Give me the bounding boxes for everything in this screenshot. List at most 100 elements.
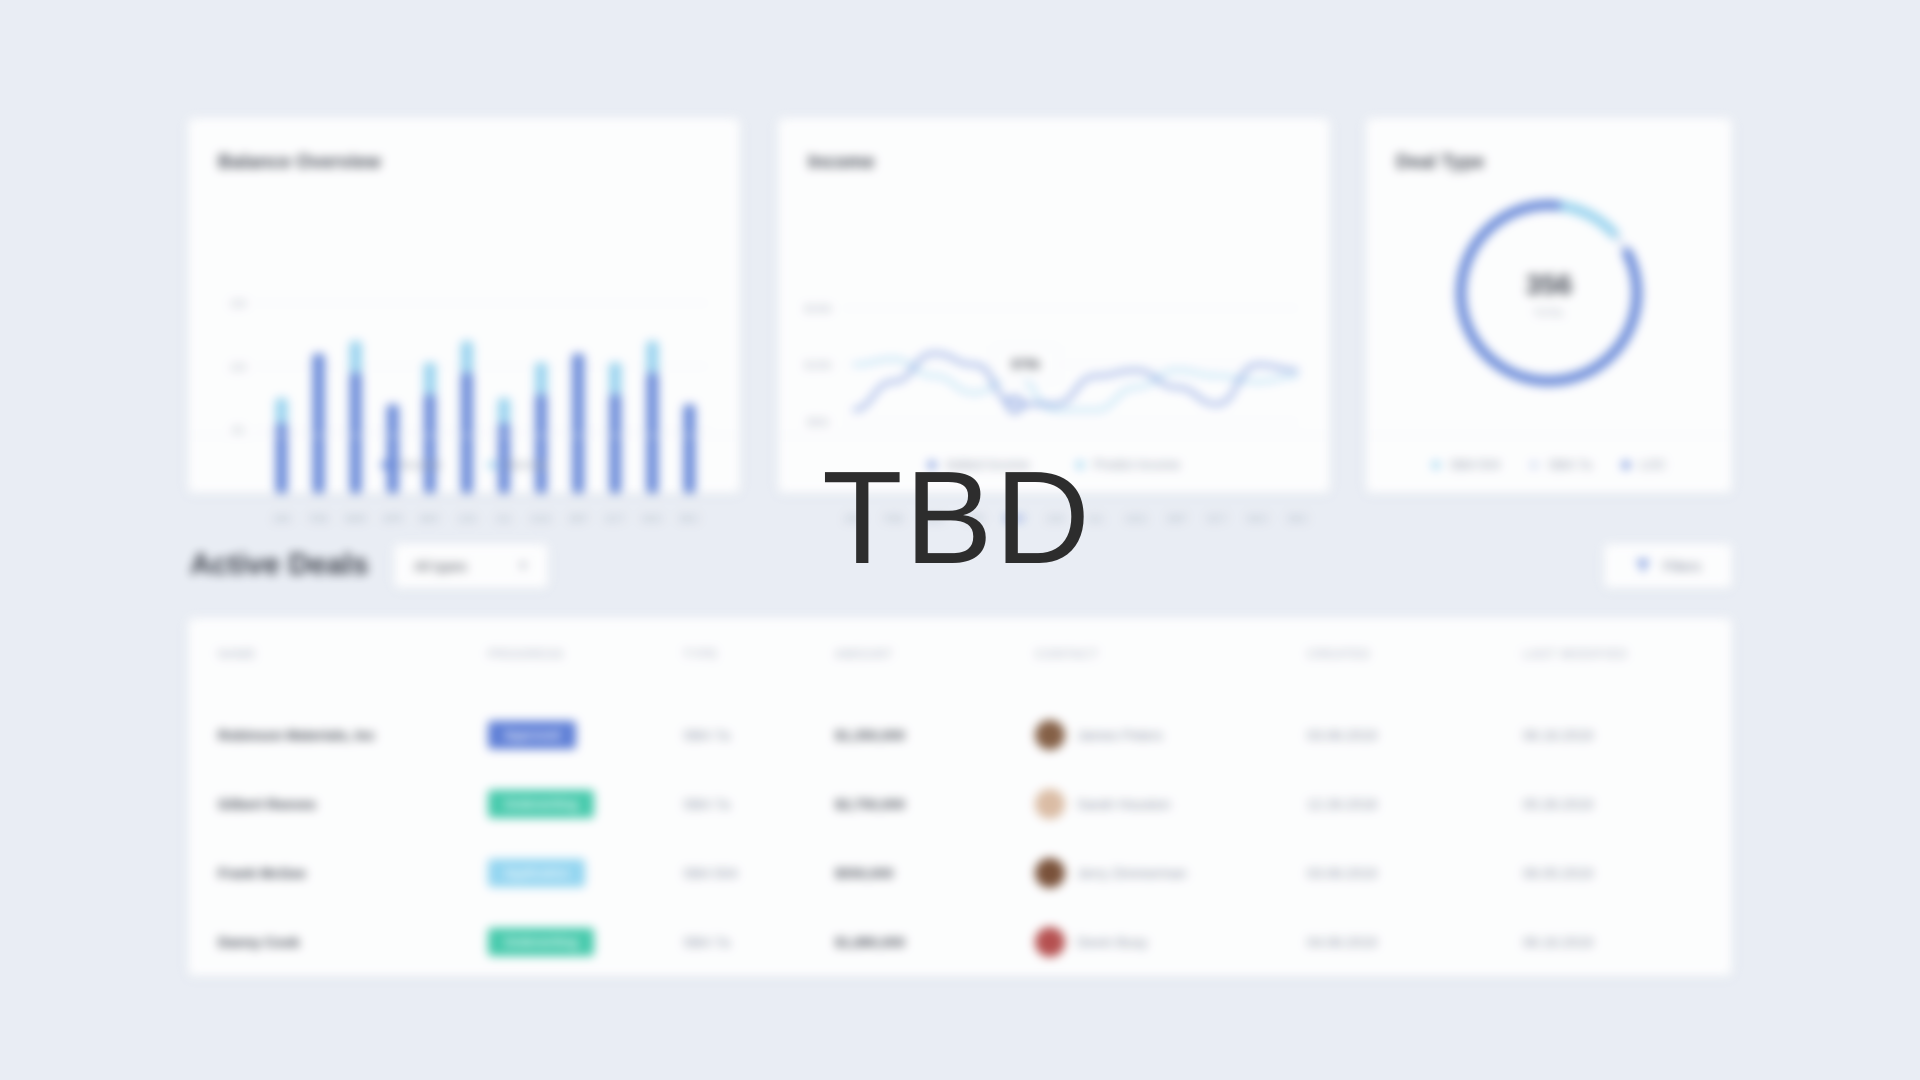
contact-name: Jerry Zimmerman: [1077, 864, 1187, 881]
bar-borrow: [498, 398, 511, 424]
donut-total-label: TOTAL: [1533, 308, 1565, 319]
caret-down-icon: ▼: [518, 560, 528, 572]
contact-name: Devin Busy: [1077, 933, 1148, 950]
avatar: [1035, 857, 1065, 888]
progress-badge: Approved: [488, 720, 577, 749]
bar-borrow: [460, 341, 473, 373]
x-tick-label: NOV: [1247, 514, 1269, 525]
legend-sba-504: SBA 504: [1431, 457, 1501, 472]
table-row[interactable]: Frank McGee Application SBA 504 $550,000…: [188, 838, 1732, 907]
y-tick-label: 100: [230, 362, 247, 373]
created-date: 03.06.2019: [1307, 864, 1378, 881]
table-row[interactable]: Robinson Materials, Inc Approved SBA 7a …: [188, 700, 1732, 769]
donut-slice-sba-504: [1551, 200, 1620, 240]
tbd-overlay-text: TBD: [822, 444, 1092, 591]
x-tick-label: OCT: [1207, 514, 1228, 525]
legend-label: Predict Income: [1093, 457, 1181, 472]
bar-borrow: [349, 341, 362, 373]
column-header-last-modified[interactable]: LAST MODIFIED: [1523, 647, 1762, 661]
created-date: 12.26.2018: [1307, 795, 1378, 812]
table-row[interactable]: Danny Cook Underwriting SBA 7a $1,880,00…: [188, 907, 1732, 976]
deal-name[interactable]: Danny Cook: [218, 934, 488, 950]
legend-label: Income: [399, 457, 442, 472]
deal-type: SBA 7a: [683, 795, 730, 812]
column-header-amount[interactable]: AMOUNT: [835, 647, 1035, 661]
tooltip-value: $75k: [1011, 356, 1041, 371]
deal-type: SBA 7a: [683, 726, 730, 743]
deal-type-select[interactable]: All types ▼: [394, 544, 548, 588]
x-tick-label: AUG: [1125, 514, 1147, 525]
highlight-point[interactable]: [1006, 395, 1024, 413]
column-header-contact[interactable]: CONTACT: [1035, 647, 1307, 661]
line-added-income: [852, 351, 1299, 412]
deal-type: SBA 7a: [683, 933, 730, 950]
deal-amount: $1,350,000: [835, 726, 906, 743]
avatar: [1035, 719, 1065, 750]
x-tick-label: DEC: [679, 514, 700, 525]
column-header-created[interactable]: CREATED: [1307, 647, 1523, 661]
deal-amount: $1,880,000: [835, 933, 906, 950]
x-tick-label: JUL: [495, 514, 513, 525]
deal-type-donut-chart: 356 TOTAL: [1456, 200, 1642, 386]
y-tick-label: $150k: [804, 304, 832, 315]
table-row[interactable]: Gilbert Reeves Underwriting SBA 7a $2,75…: [188, 769, 1732, 838]
bar-borrow: [646, 341, 659, 373]
y-tick-label: $100k: [804, 361, 832, 372]
progress-badge: Application: [488, 858, 586, 887]
legend-loc: LOC: [1621, 457, 1666, 472]
balance-legend: Income Borrow: [188, 435, 740, 493]
modified-date: 06.16.2019: [1523, 933, 1594, 950]
filters-button-label: Filters: [1662, 558, 1702, 574]
x-tick-label: SEP: [1167, 514, 1187, 525]
modified-date: 05.26.2019: [1523, 795, 1594, 812]
bar-borrow: [423, 362, 436, 395]
modified-date: 06.16.2019: [1523, 726, 1594, 743]
column-header-progress[interactable]: PROGRESS: [488, 647, 683, 661]
legend-borrow: Borrow: [487, 457, 547, 472]
deal-type-select-value: All types: [414, 558, 467, 574]
column-header-name[interactable]: NAME: [218, 647, 488, 661]
legend-sba-7a: SBA 7a: [1530, 457, 1592, 472]
x-tick-label: DEC: [1287, 514, 1308, 525]
legend-label: SBA 504: [1449, 457, 1501, 472]
x-tick-label: SEP: [568, 514, 588, 525]
x-tick-label: JUN: [457, 514, 476, 525]
deal-type-card: Deal Type 356 TOTAL SBA 504 SBA 7a LOC: [1366, 118, 1732, 493]
progress-badge: Underwriting: [488, 927, 594, 956]
bar-borrow: [275, 398, 288, 424]
contact-name: Sarah Houston: [1077, 795, 1171, 812]
legend-income: Income: [381, 457, 442, 472]
column-header-type[interactable]: TYPE: [683, 647, 835, 661]
legend-label: SBA 7a: [1548, 457, 1592, 472]
deal-type-legend: SBA 504 SBA 7a LOC: [1366, 435, 1732, 493]
contact-cell[interactable]: James Peters: [1035, 719, 1307, 750]
progress-badge: Underwriting: [488, 789, 594, 818]
modified-date: 06.05.2019: [1523, 864, 1594, 881]
x-tick-label: MAY: [419, 514, 440, 525]
x-tick-label: FEB: [309, 514, 329, 525]
contact-name: James Peters: [1077, 726, 1163, 743]
legend-dot-icon: [1431, 460, 1440, 469]
created-date: 03.06.2019: [1307, 726, 1378, 743]
x-tick-label: AUG: [530, 514, 552, 525]
legend-dot-icon: [1530, 460, 1539, 469]
filter-funnel-icon: [1635, 560, 1650, 572]
active-deals-title: Active Deals: [190, 548, 369, 581]
deal-name[interactable]: Gilbert Reeves: [218, 796, 488, 812]
active-deals-table: NAME PROGRESS TYPE AMOUNT CONTACT CREATE…: [188, 618, 1732, 976]
deal-name[interactable]: Robinson Materials, Inc: [218, 727, 488, 743]
deal-name[interactable]: Frank McGee: [218, 865, 488, 881]
avatar: [1035, 788, 1065, 819]
filters-button[interactable]: Filters: [1604, 544, 1732, 588]
x-tick-label: NOV: [642, 514, 664, 525]
x-tick-label: APR: [383, 514, 404, 525]
legend-label: Borrow: [505, 457, 547, 472]
contact-cell[interactable]: Sarah Houston: [1035, 788, 1307, 819]
bar-borrow: [609, 362, 622, 395]
x-tick-label: MAR: [345, 514, 367, 525]
contact-cell[interactable]: Devin Busy: [1035, 926, 1307, 957]
created-date: 04.06.2019: [1307, 933, 1378, 950]
bar-borrow: [535, 362, 548, 395]
legend-dot-icon: [381, 460, 390, 469]
contact-cell[interactable]: Jerry Zimmerman: [1035, 857, 1307, 888]
